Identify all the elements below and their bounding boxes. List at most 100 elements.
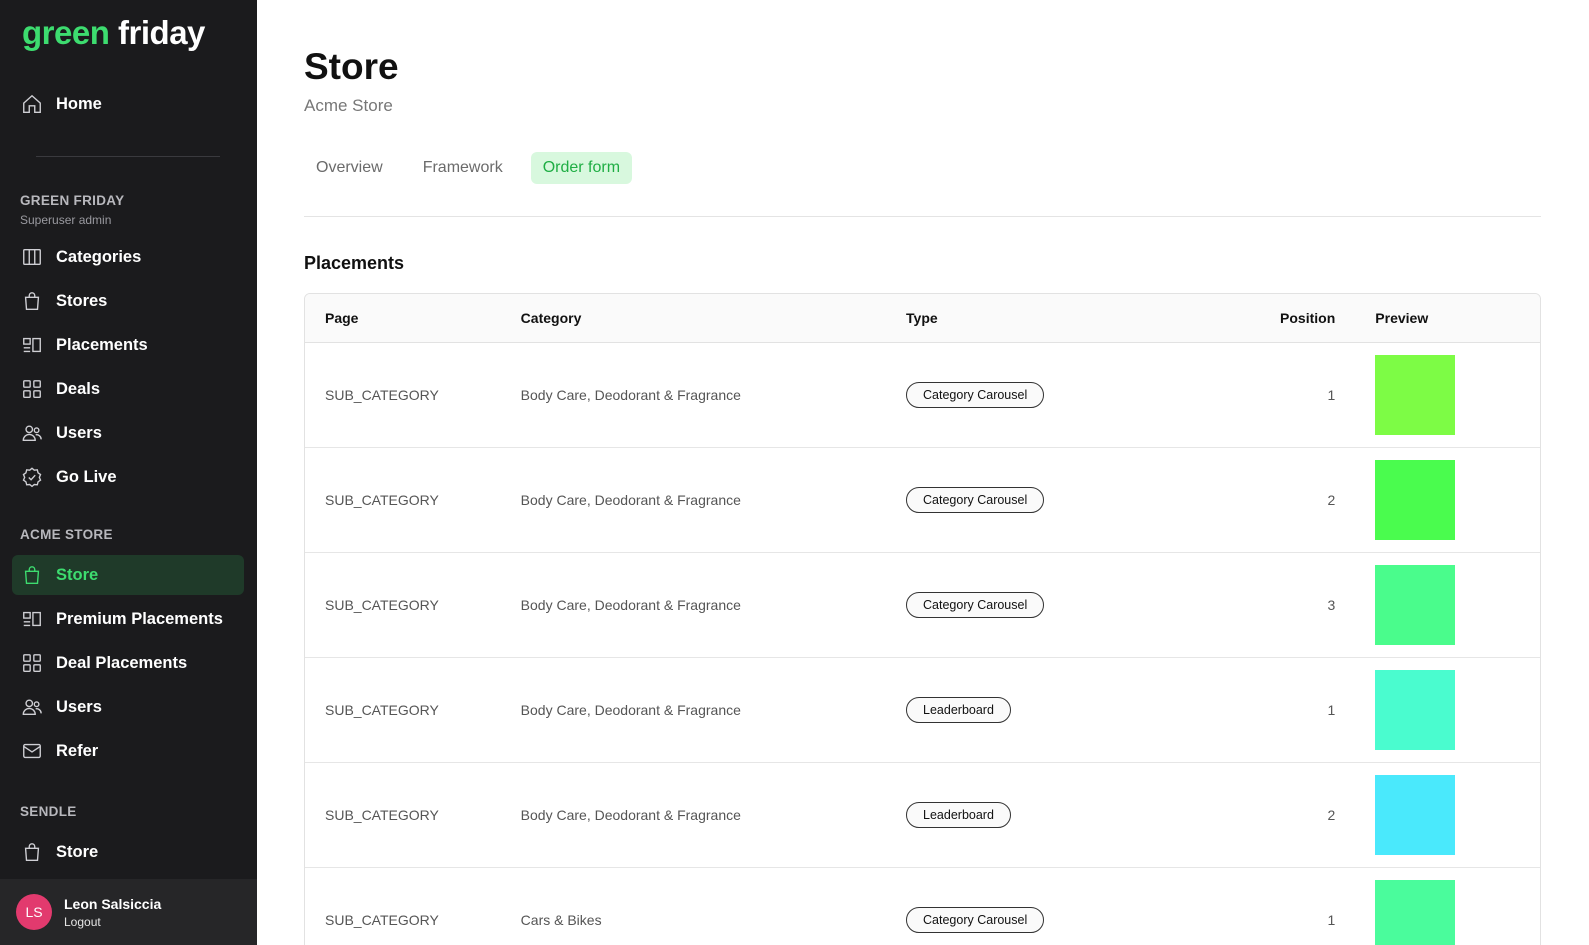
logo-part-friday: friday xyxy=(118,14,205,51)
cell-position: 1 xyxy=(1327,702,1336,718)
cell-page: SUB_CATEGORY xyxy=(325,492,439,508)
mail-icon xyxy=(21,740,43,762)
avatar[interactable]: LS xyxy=(16,894,52,930)
cell-category: Body Care, Deodorant & Fragrance xyxy=(520,492,741,508)
sidebar: green friday Home GREEN FRIDAY Superuser… xyxy=(0,0,257,945)
tabs: Overview Framework Order form xyxy=(304,152,648,184)
sidebar-item-stores[interactable]: Stores xyxy=(12,281,244,321)
preview-swatch[interactable] xyxy=(1375,565,1456,645)
cell-position: 3 xyxy=(1327,597,1336,613)
shopping-bag-icon xyxy=(21,841,43,863)
logout-link[interactable]: Logout xyxy=(64,915,161,929)
sidebar-item-premium-placements[interactable]: Premium Placements xyxy=(12,599,244,639)
placements-icon xyxy=(21,334,43,356)
tab-framework[interactable]: Framework xyxy=(411,152,515,184)
brand-logo[interactable]: green friday xyxy=(22,14,205,52)
table-row[interactable]: SUB_CATEGORY Body Care, Deodorant & Frag… xyxy=(305,658,1540,763)
table-header: Page Category Type Position Preview xyxy=(305,294,1540,343)
sidebar-item-label: Deal Placements xyxy=(56,653,188,672)
preview-swatch[interactable] xyxy=(1375,355,1456,435)
header-category: Category xyxy=(520,310,582,326)
sidebar-item-categories[interactable]: Categories xyxy=(12,237,244,277)
sidebar-item-label: Placements xyxy=(56,335,148,354)
cell-page: SUB_CATEGORY xyxy=(325,387,439,403)
type-badge: Category Carousel xyxy=(906,907,1045,933)
section-title-sendle: SENDLE xyxy=(20,804,77,819)
sidebar-item-label: Users xyxy=(56,423,102,442)
preview-swatch[interactable] xyxy=(1375,670,1456,750)
cell-preview xyxy=(1335,460,1540,540)
user-name: Leon Salsiccia xyxy=(64,895,162,912)
table-row[interactable]: SUB_CATEGORY Cars & Bikes Category Carou… xyxy=(305,868,1540,945)
sidebar-item-go-live[interactable]: Go Live xyxy=(12,457,244,497)
sidebar-item-label: Refer xyxy=(56,741,99,760)
cell-preview xyxy=(1335,565,1540,645)
cell-position: 1 xyxy=(1327,912,1336,928)
cell-preview xyxy=(1335,355,1540,435)
type-badge: Category Carousel xyxy=(906,382,1045,408)
cell-position: 2 xyxy=(1327,492,1336,508)
header-page: Page xyxy=(325,310,359,326)
cell-type: Category Carousel xyxy=(906,592,1156,618)
sidebar-item-deals[interactable]: Deals xyxy=(12,369,244,409)
table-row[interactable]: SUB_CATEGORY Body Care, Deodorant & Frag… xyxy=(305,763,1540,868)
tab-order-form[interactable]: Order form xyxy=(530,152,633,184)
preview-swatch[interactable] xyxy=(1375,880,1456,945)
cell-preview xyxy=(1335,775,1540,855)
sidebar-item-label: Home xyxy=(56,94,102,113)
cell-category: Body Care, Deodorant & Fragrance xyxy=(520,597,741,613)
sidebar-item-deal-placements[interactable]: Deal Placements xyxy=(12,643,244,683)
cell-type: Leaderboard xyxy=(906,697,1156,723)
sidebar-item-sendle-store[interactable]: Store xyxy=(12,832,244,872)
section-subtitle: Superuser admin xyxy=(20,213,112,227)
tab-overview[interactable]: Overview xyxy=(304,152,395,184)
sidebar-item-label: Premium Placements xyxy=(56,609,223,628)
cell-page: SUB_CATEGORY xyxy=(325,702,439,718)
page-subtitle: Acme Store xyxy=(304,96,393,115)
sidebar-item-placements[interactable]: Placements xyxy=(12,325,244,365)
logo-part-green: green xyxy=(22,14,110,51)
sidebar-item-label: Deals xyxy=(56,379,101,398)
cell-page: SUB_CATEGORY xyxy=(325,912,439,928)
type-badge: Leaderboard xyxy=(906,802,1011,828)
columns-icon xyxy=(21,246,43,268)
section-heading: Placements xyxy=(304,253,405,273)
tabs-divider xyxy=(304,216,1541,217)
sidebar-item-store-users[interactable]: Users xyxy=(12,687,244,727)
section-title-green-friday: GREEN FRIDAY xyxy=(20,193,125,208)
preview-swatch[interactable] xyxy=(1375,460,1456,540)
type-badge: Leaderboard xyxy=(906,697,1011,723)
cell-position: 1 xyxy=(1327,387,1336,403)
shopping-bag-icon xyxy=(21,290,43,312)
cell-category: Body Care, Deodorant & Fragrance xyxy=(520,807,741,823)
cell-category: Cars & Bikes xyxy=(520,912,602,928)
placements-icon xyxy=(21,608,43,630)
sidebar-item-refer[interactable]: Refer xyxy=(12,731,244,771)
sidebar-item-label: Store xyxy=(56,842,99,861)
sidebar-item-label: Users xyxy=(56,697,102,716)
users-icon xyxy=(21,696,43,718)
cell-type: Category Carousel xyxy=(906,907,1156,933)
sidebar-item-store[interactable]: Store xyxy=(12,555,244,595)
table-row[interactable]: SUB_CATEGORY Body Care, Deodorant & Frag… xyxy=(305,553,1540,658)
shopping-bag-icon xyxy=(21,564,43,586)
preview-swatch[interactable] xyxy=(1375,775,1456,855)
cell-page: SUB_CATEGORY xyxy=(325,597,439,613)
home-icon xyxy=(21,93,43,115)
placements-table: Page Category Type Position Preview SUB_… xyxy=(304,293,1541,945)
cell-preview xyxy=(1335,670,1540,750)
sidebar-item-label: Stores xyxy=(56,291,108,310)
section-title-acme-store: ACME STORE xyxy=(20,527,113,542)
cell-type: Category Carousel xyxy=(906,382,1156,408)
badge-check-icon xyxy=(21,466,43,488)
grid-icon xyxy=(21,378,43,400)
type-badge: Category Carousel xyxy=(906,592,1045,618)
main-content: Store Acme Store Overview Framework Orde… xyxy=(257,0,1589,945)
cell-category: Body Care, Deodorant & Fragrance xyxy=(520,387,741,403)
sidebar-item-users[interactable]: Users xyxy=(12,413,244,453)
table-row[interactable]: SUB_CATEGORY Body Care, Deodorant & Frag… xyxy=(305,448,1540,553)
sidebar-item-home[interactable]: Home xyxy=(12,84,244,124)
table-row[interactable]: SUB_CATEGORY Body Care, Deodorant & Frag… xyxy=(305,343,1540,448)
cell-type: Category Carousel xyxy=(906,487,1156,513)
sidebar-item-label: Go Live xyxy=(56,467,117,486)
